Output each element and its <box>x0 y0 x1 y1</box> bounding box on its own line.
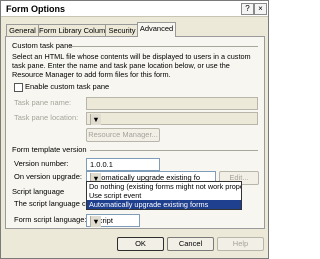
form-template-version-heading: Form template version <box>12 145 87 154</box>
option-use-script-event[interactable]: Use script event <box>87 191 241 200</box>
task-pane-location-label: Task pane location: <box>14 113 79 122</box>
task-pane-name-input[interactable] <box>86 97 258 110</box>
script-language-description: The script language can <box>14 199 95 208</box>
section-divider <box>70 46 258 47</box>
tab-advanced[interactable]: Advanced <box>137 22 176 37</box>
version-number-input[interactable]: 1.0.0.1 <box>86 158 160 171</box>
upgrade-options-list: Do nothing (existing forms might not wor… <box>86 181 242 210</box>
help-question-button[interactable]: ? <box>241 3 254 15</box>
chevron-down-icon: ▼ <box>90 114 101 125</box>
task-pane-name-label: Task pane name: <box>14 98 72 107</box>
ok-button[interactable]: OK <box>117 237 164 251</box>
enable-custom-task-pane-label: Enable custom task pane <box>25 82 110 91</box>
help-button[interactable]: Help <box>217 237 264 251</box>
dialog-title: Form Options <box>6 4 65 14</box>
form-options-dialog: Form Options ? × General Form Library Co… <box>0 0 269 259</box>
task-pane-location-select[interactable]: ▼ <box>86 112 258 125</box>
form-script-language-label: Form script language: <box>14 215 87 224</box>
tab-form-library-columns[interactable]: Form Library Columns <box>38 24 113 36</box>
version-number-label: Version number: <box>14 159 69 168</box>
resource-manager-button[interactable]: Resource Manager... <box>86 128 160 142</box>
section-divider <box>90 150 258 151</box>
title-bar: Form Options ? × <box>1 1 268 17</box>
enable-custom-task-pane-checkbox[interactable] <box>14 83 23 92</box>
version-number-value: 1.0.0.1 <box>90 160 113 169</box>
form-script-language-select[interactable]: JScript ▼ <box>86 214 140 227</box>
chevron-down-icon: ▼ <box>90 216 101 227</box>
custom-task-pane-heading: Custom task pane <box>12 41 73 50</box>
option-do-nothing[interactable]: Do nothing (existing forms might not wor… <box>87 182 241 191</box>
cancel-button[interactable]: Cancel <box>167 237 214 251</box>
option-automatically-upgrade[interactable]: Automatically upgrade existing forms <box>87 200 241 209</box>
advanced-panel: Custom task pane Select an HTML file who… <box>5 36 265 229</box>
close-button[interactable]: × <box>254 3 267 15</box>
tab-general[interactable]: General <box>6 24 39 36</box>
tab-security[interactable]: Security <box>105 24 139 36</box>
on-version-upgrade-label: On version upgrade: <box>14 172 82 181</box>
script-language-heading: Script language <box>12 187 65 196</box>
custom-task-pane-description: Select an HTML file whose contents will … <box>12 52 251 79</box>
